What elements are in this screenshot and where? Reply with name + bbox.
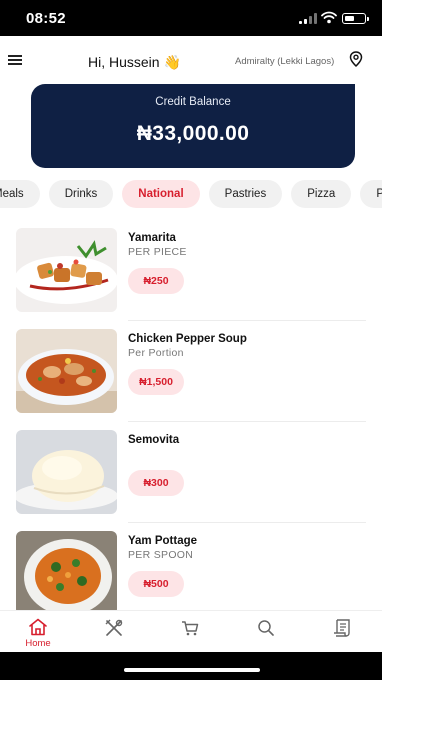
bottom-tab-bar: Home — [0, 610, 382, 652]
home-indicator[interactable] — [124, 668, 260, 672]
credit-balance-card: Credit Balance ₦33,000.00 — [31, 84, 355, 168]
search-icon — [258, 620, 274, 636]
wifi-icon — [321, 11, 337, 24]
food-list: Yamarita PER PIECE ₦250 Chicken Pepper S… — [0, 220, 382, 610]
tab-orders[interactable] — [317, 611, 367, 653]
category-chip-protein[interactable]: Protein — [360, 180, 382, 208]
food-unit: Per Portion — [128, 347, 184, 359]
header: Hi, Hussein 👋 Admiralty (Lekki Lagos) — [0, 36, 382, 84]
food-name: Yamarita — [128, 232, 176, 244]
price-button[interactable]: ₦1,500 — [128, 369, 184, 395]
food-item-yamarita[interactable]: Yamarita PER PIECE ₦250 — [0, 220, 382, 321]
food-unit: PER SPOON — [128, 549, 194, 561]
tab-home-label: Home — [25, 638, 51, 649]
food-name: Semovita — [128, 434, 180, 446]
food-name: Yam Pottage — [128, 535, 198, 547]
food-image — [16, 430, 117, 514]
food-image — [16, 228, 117, 312]
tab-home[interactable]: Home — [13, 611, 63, 653]
status-time: 08:52 — [26, 10, 66, 27]
price-button[interactable]: ₦300 — [128, 470, 184, 496]
credit-amount: ₦33,000.00 — [136, 122, 250, 145]
home-indicator-area — [0, 652, 382, 680]
category-chip-meals[interactable]: Meals — [0, 180, 40, 208]
tab-menu[interactable] — [89, 611, 139, 653]
utensils-icon — [105, 619, 123, 636]
food-image — [16, 531, 117, 610]
credit-label: Credit Balance — [155, 96, 231, 108]
category-chip-pastries[interactable]: Pastries — [208, 180, 283, 208]
price-button[interactable]: ₦500 — [128, 571, 184, 597]
category-track: Meals Drinks National Pastries Pizza Pro… — [0, 180, 382, 208]
location-label[interactable]: Admiralty (Lekki Lagos) — [235, 56, 334, 67]
signal-icon — [299, 13, 317, 24]
category-bar: Meals Drinks National Pastries Pizza Pro… — [0, 180, 382, 208]
category-chip-pizza[interactable]: Pizza — [291, 180, 352, 208]
location-pin-icon[interactable] — [349, 51, 363, 67]
food-image — [16, 329, 117, 413]
cart-icon — [182, 621, 199, 636]
home-icon — [29, 618, 47, 636]
food-name: Chicken Pepper Soup — [128, 333, 247, 345]
app-screen: 08:52 Hi, Hussein 👋 Admiralty (Lekki Lag… — [0, 0, 382, 680]
tab-search[interactable] — [241, 611, 291, 653]
status-bar: 08:52 — [0, 0, 382, 36]
category-chip-national[interactable]: National — [122, 180, 200, 208]
food-item-semovita[interactable]: Semovita ₦300 — [0, 422, 382, 523]
price-button[interactable]: ₦250 — [128, 268, 184, 294]
category-chip-drinks[interactable]: Drinks — [48, 180, 114, 208]
greeting: Hi, Hussein 👋 — [88, 54, 181, 70]
food-item-yam-pottage[interactable]: Yam Pottage PER SPOON ₦500 — [0, 523, 382, 610]
tab-cart[interactable] — [165, 611, 215, 653]
food-item-chicken-pepper-soup[interactable]: Chicken Pepper Soup Per Portion ₦1,500 — [0, 321, 382, 422]
menu-icon[interactable] — [8, 54, 22, 66]
food-unit: PER PIECE — [128, 246, 187, 258]
battery-icon — [342, 13, 369, 24]
receipt-icon — [334, 619, 350, 637]
